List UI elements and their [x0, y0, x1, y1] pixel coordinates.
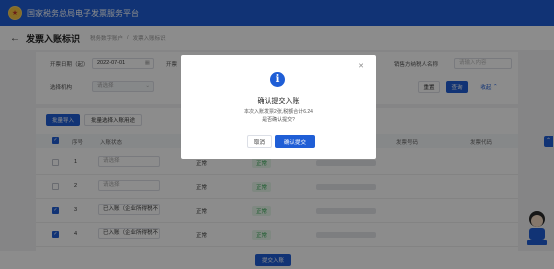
info-icon: i	[270, 72, 285, 87]
dialog-question: 是否确认提交?	[262, 117, 295, 123]
dialog-description: 本次入账发票2张,税额合计6.24	[244, 109, 313, 115]
confirm-submit-button[interactable]: 确认提交	[275, 135, 315, 148]
dialog-title: 确认提交入账	[257, 98, 300, 105]
confirm-dialog: ✕ i 确认提交入账 本次入账发票2张,税额合计6.24 是否确认提交? 取消 …	[181, 55, 376, 159]
cancel-button[interactable]: 取消	[247, 135, 272, 148]
close-icon[interactable]: ✕	[358, 62, 364, 70]
